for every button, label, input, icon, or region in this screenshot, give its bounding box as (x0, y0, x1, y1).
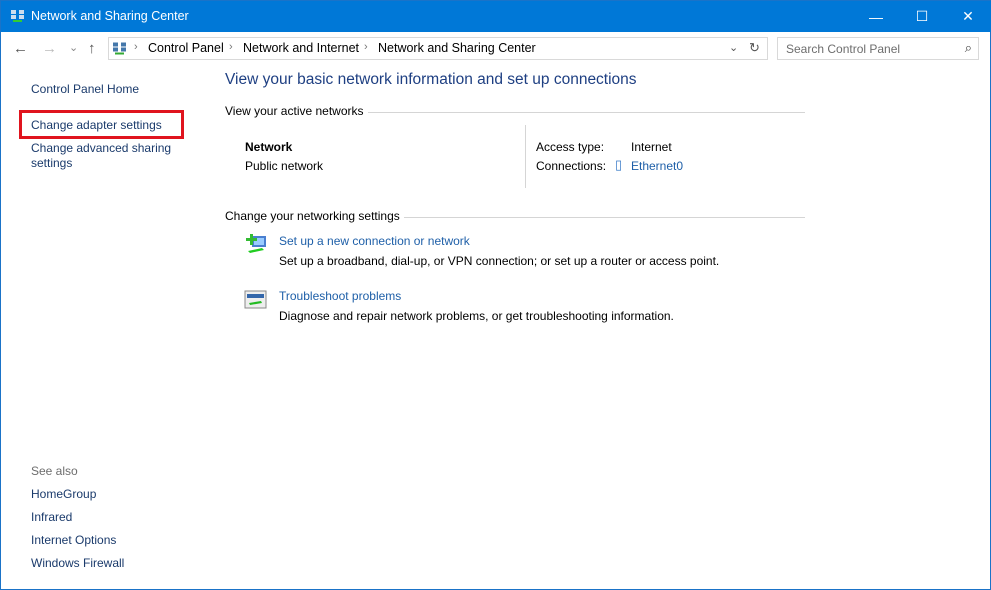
title-bar: Network and Sharing Center — ☐ ✕ (1, 1, 991, 32)
search-placeholder: Search Control Panel (786, 42, 900, 56)
window-title: Network and Sharing Center (31, 9, 189, 23)
divider (525, 125, 526, 188)
access-type-label: Access type: (536, 140, 604, 154)
change-advanced-sharing-link[interactable]: Change advanced sharing settings (31, 141, 181, 171)
search-input[interactable]: Search Control Panel ⌕ (777, 37, 979, 60)
troubleshoot-icon (244, 289, 268, 311)
internet-options-link[interactable]: Internet Options (31, 533, 116, 547)
breadcrumb-network-internet[interactable]: Network and Internet (243, 41, 359, 55)
see-also-label: See also (31, 464, 78, 478)
connections-label: Connections: (536, 159, 606, 173)
network-center-icon (10, 9, 25, 23)
troubleshoot-link[interactable]: Troubleshoot problems (279, 289, 401, 303)
minimize-button[interactable]: — (853, 1, 899, 32)
recent-locations-button[interactable]: ⌄ (69, 41, 78, 54)
page-title: View your basic network information and … (225, 71, 637, 89)
control-panel-home-link[interactable]: Control Panel Home (31, 82, 139, 96)
divider (404, 217, 805, 218)
breadcrumb-control-panel[interactable]: Control Panel (148, 41, 224, 55)
chevron-right-icon: › (364, 41, 368, 53)
setup-connection-link[interactable]: Set up a new connection or network (279, 234, 470, 248)
access-type-value: Internet (631, 140, 672, 154)
control-panel-icon (112, 41, 127, 56)
chevron-right-icon: › (229, 41, 233, 53)
breadcrumb-network-sharing[interactable]: Network and Sharing Center (378, 41, 536, 55)
refresh-button[interactable]: ↻ (749, 40, 760, 56)
homegroup-link[interactable]: HomeGroup (31, 487, 96, 501)
chevron-right-icon: › (134, 41, 138, 53)
back-button[interactable]: ← (13, 40, 28, 57)
up-button[interactable]: ↑ (88, 40, 96, 57)
windows-firewall-link[interactable]: Windows Firewall (31, 556, 124, 570)
network-name: Network (245, 140, 292, 154)
change-settings-heading: Change your networking settings (225, 209, 400, 223)
active-networks-heading: View your active networks (225, 104, 364, 118)
setup-connection-description: Set up a broadband, dial-up, or VPN conn… (279, 254, 719, 268)
ethernet-connection-link[interactable]: Ethernet0 (631, 159, 683, 173)
network-type: Public network (245, 159, 323, 173)
maximize-button[interactable]: ☐ (899, 1, 945, 32)
search-icon[interactable]: ⌕ (965, 40, 972, 56)
address-bar[interactable]: › Control Panel › Network and Internet ›… (108, 37, 768, 60)
ethernet-icon: ▯ (615, 157, 622, 173)
troubleshoot-description: Diagnose and repair network problems, or… (279, 309, 674, 323)
address-dropdown-button[interactable]: ⌄ (729, 41, 738, 54)
new-connection-icon (244, 232, 270, 256)
close-button[interactable]: ✕ (945, 1, 991, 32)
infrared-link[interactable]: Infrared (31, 510, 72, 524)
forward-button[interactable]: → (42, 40, 57, 57)
divider (368, 112, 805, 113)
change-adapter-settings-link[interactable]: Change adapter settings (31, 118, 162, 132)
